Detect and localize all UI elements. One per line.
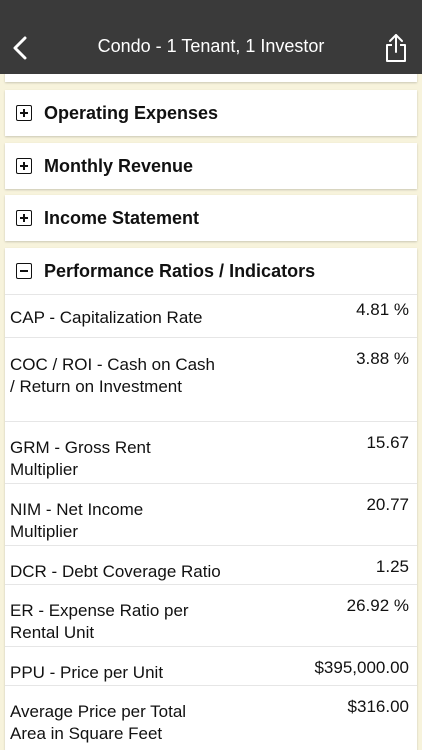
- ratio-row-coc-roi: COC / ROI - Cash on Cash / Return on Inv…: [5, 337, 417, 421]
- section-header[interactable]: Income Statement: [5, 195, 417, 241]
- expand-icon: [16, 105, 32, 121]
- section-header[interactable]: Monthly Revenue: [5, 143, 417, 189]
- section-header[interactable]: Performance Ratios / Indicators: [5, 248, 417, 294]
- section-monthly-revenue[interactable]: Monthly Revenue: [5, 143, 417, 189]
- chevron-left-icon: [13, 36, 27, 60]
- section-title: Income Statement: [44, 207, 200, 228]
- section-income-statement[interactable]: Income Statement: [5, 195, 417, 241]
- ratio-row-nim: NIM - Net Income Multiplier 20.77: [5, 483, 417, 545]
- ratio-label: DCR - Debt Coverage Ratio: [10, 562, 221, 581]
- ratio-label: CAP - Capitalization Rate: [10, 308, 203, 327]
- expand-icon: [16, 210, 32, 226]
- expand-icon: [16, 158, 32, 174]
- scroll-content[interactable]: Operating Expenses Monthly Revenue Incom…: [0, 74, 422, 750]
- section-title: Performance Ratios / Indicators: [44, 260, 316, 281]
- ratio-row-ppu: PPU - Price per Unit $395,000.00: [5, 646, 417, 685]
- navigation-bar: Condo - 1 Tenant, 1 Investor: [0, 0, 422, 74]
- ratio-row-er: ER - Expense Ratio per Rental Unit 26.92…: [5, 584, 417, 646]
- ratio-row-dcr: DCR - Debt Coverage Ratio 1.25: [5, 545, 417, 584]
- ratio-value: $395,000.00: [314, 658, 409, 677]
- ratio-row-cap: CAP - Capitalization Rate 4.81 %: [5, 294, 417, 337]
- ratio-label: GRM - Gross Rent Multiplier: [10, 438, 151, 479]
- page-title: Condo - 1 Tenant, 1 Investor: [97, 36, 325, 56]
- ratio-value: 1.25: [375, 557, 409, 576]
- share-button[interactable]: [382, 32, 410, 64]
- section-operating-expenses[interactable]: Operating Expenses: [5, 90, 417, 136]
- ratio-value: 26.92 %: [346, 596, 409, 615]
- ratio-value: 4.81 %: [356, 300, 409, 319]
- ratio-label: Average Price per Total Area in Square F…: [10, 702, 187, 743]
- ratio-row-grm: GRM - Gross Rent Multiplier 15.67: [5, 421, 417, 483]
- previous-section-card: [5, 74, 417, 82]
- ratio-value: 20.77: [366, 495, 409, 514]
- section-header[interactable]: Operating Expenses: [5, 90, 417, 136]
- ratio-label: PPU - Price per Unit: [10, 663, 164, 682]
- ratio-row-average-price-sqft: Average Price per Total Area in Square F…: [5, 685, 417, 747]
- collapse-icon: [16, 263, 32, 279]
- section-performance-ratios: Performance Ratios / Indicators CAP - Ca…: [5, 248, 417, 750]
- ratio-value: 3.88 %: [356, 349, 409, 368]
- ratio-value: $316.00: [347, 697, 409, 716]
- section-title: Operating Expenses: [44, 102, 219, 123]
- share-icon: [386, 34, 406, 62]
- ratio-label: ER - Expense Ratio per Rental Unit: [10, 601, 189, 642]
- ratio-label: COC / ROI - Cash on Cash / Return on Inv…: [10, 355, 216, 396]
- section-title: Monthly Revenue: [44, 155, 194, 176]
- ratio-value: 15.67: [366, 433, 409, 452]
- back-button[interactable]: [6, 34, 34, 62]
- ratio-label: NIM - Net Income Multiplier: [10, 500, 144, 541]
